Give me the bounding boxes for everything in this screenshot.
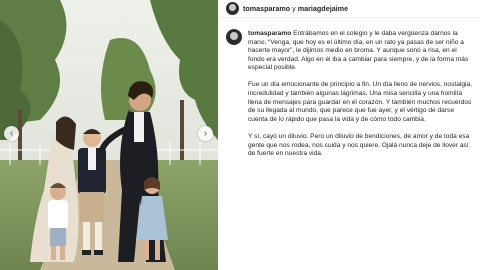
- caption-avatar[interactable]: [226, 29, 242, 45]
- authors-joiner: y: [292, 4, 296, 13]
- caption-paragraph-2: Fue un día emocionante de principio a fi…: [248, 81, 472, 123]
- post-panel: tomasparamo y mariagdejaime tomasparamo …: [218, 0, 480, 270]
- caption-text: tomasparamo Entrábamos en el colegio y l…: [248, 30, 474, 167]
- caption-paragraph-3: Y sí, cayó un diluvio. Pero un diluvio d…: [248, 132, 470, 158]
- family-photo-illustration: [0, 0, 218, 270]
- author-username-2[interactable]: mariagdejaime: [298, 4, 348, 13]
- caption-comment: tomasparamo Entrábamos en el colegio y l…: [226, 29, 474, 167]
- post-header: tomasparamo y mariagdejaime: [218, 0, 480, 18]
- chevron-left-icon: ‹: [9, 127, 14, 139]
- carousel-prev-button[interactable]: ‹: [4, 126, 19, 141]
- author-avatar[interactable]: [226, 2, 239, 15]
- post-photo[interactable]: ‹ ›: [0, 0, 218, 270]
- author-username-1[interactable]: tomasparamo: [243, 4, 290, 13]
- chevron-right-icon: ›: [203, 127, 208, 139]
- carousel-next-button[interactable]: ›: [198, 126, 213, 141]
- caption-username[interactable]: tomasparamo: [248, 30, 291, 37]
- post-authors: tomasparamo y mariagdejaime: [243, 4, 348, 13]
- caption-paragraph-1: tomasparamo Entrábamos en el colegio y l…: [248, 30, 469, 72]
